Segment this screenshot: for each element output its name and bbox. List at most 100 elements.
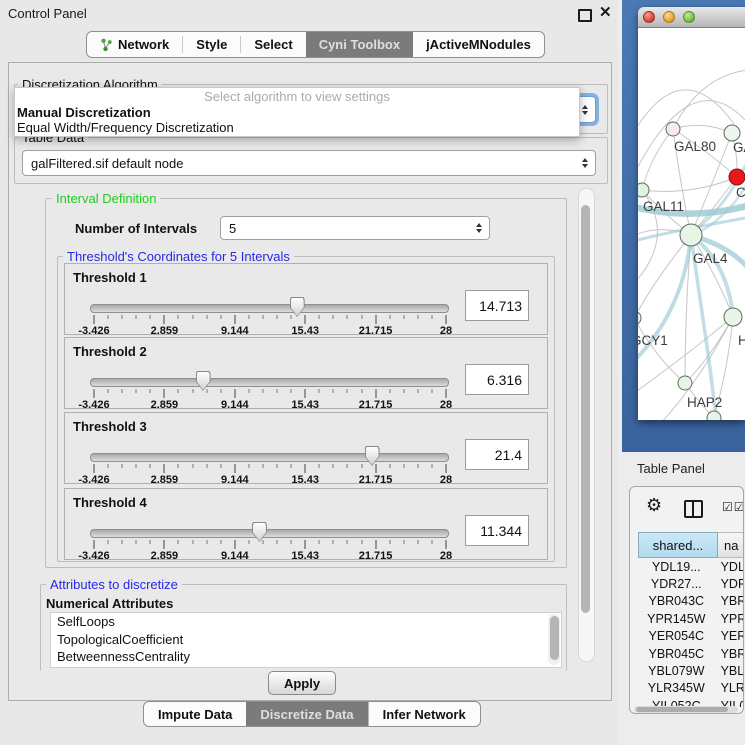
list-item[interactable]: BetweennessCentrality — [51, 648, 561, 666]
number-of-intervals-combobox[interactable]: 5 — [220, 216, 490, 240]
cell-name: YER0 — [715, 629, 744, 643]
slider-track[interactable] — [90, 453, 449, 462]
table-row[interactable]: YPR145WYPR1 — [638, 610, 744, 627]
threshold-value-field[interactable]: 14.713 — [465, 290, 529, 321]
slider-thumb[interactable] — [365, 446, 380, 466]
tab-jactivemnodules[interactable]: jActiveMNodules — [413, 32, 544, 57]
tab-discretize-data[interactable]: Discretize Data — [246, 702, 367, 726]
network-node-GA[interactable] — [724, 125, 740, 141]
threshold-2-panel: Threshold 2-3.4262.8599.14415.4321.71528… — [64, 337, 548, 409]
thresholds-group-title: Threshold's Coordinates for 5 Intervals — [63, 250, 294, 263]
network-window-titlebar[interactable] — [638, 7, 745, 28]
tab-cyni-toolbox[interactable]: Cyni Toolbox — [306, 32, 413, 57]
slider-tick-labels: -3.4262.8599.14415.4321.71528 — [94, 550, 446, 562]
network-node-GAL4[interactable] — [680, 224, 702, 246]
float-window-icon[interactable] — [578, 9, 592, 22]
network-node-label: GAL80 — [674, 139, 716, 154]
cell-shared-name: YLR345W — [638, 681, 715, 695]
network-node-label: HAP2 — [687, 395, 722, 410]
gear-icon[interactable]: ⚙ — [646, 495, 662, 516]
stepper-icon[interactable] — [577, 158, 593, 168]
slider-thumb[interactable] — [290, 297, 305, 317]
table-row[interactable]: YBR045CYBR0 — [638, 645, 744, 662]
table-panel: ⚙ ☑☑ shared... na YDL19...YDL1YDR27...YD… — [629, 486, 744, 714]
network-canvas[interactable]: GAL80GACGAL11GAL4GCY1HHAP2 — [638, 28, 745, 420]
table-horizontal-scrollbar[interactable] — [634, 706, 738, 713]
network-node-GCY1[interactable] — [638, 311, 641, 325]
tab-network[interactable]: Network — [87, 32, 182, 57]
column-header-name[interactable]: na — [718, 532, 744, 558]
cell-shared-name: YDL19... — [638, 560, 715, 574]
tab-infer-network-label: Infer Network — [383, 707, 466, 722]
cell-name: YBR0 — [715, 647, 744, 661]
algorithm-popup: Select algorithm to view settings Manual… — [14, 87, 580, 137]
columns-icon[interactable] — [684, 500, 703, 518]
threshold-label: Threshold 1 — [73, 270, 147, 285]
cell-name: YBR0 — [715, 594, 744, 608]
slider-ticks — [94, 540, 446, 549]
numerical-attributes-list[interactable]: SelfLoopsTopologicalCoefficientBetweenne… — [50, 612, 562, 668]
slider-tick-labels: -3.4262.8599.14415.4321.71528 — [94, 474, 446, 486]
numerical-attributes-label: Numerical Attributes — [46, 596, 173, 611]
algorithm-popup-hint: Select algorithm to view settings — [15, 89, 579, 104]
panel-scrollbar-thumb[interactable] — [581, 205, 590, 613]
algorithm-popup-item-equal-width[interactable]: Equal Width/Frequency Discretization — [17, 120, 234, 135]
slider-track[interactable] — [90, 378, 449, 387]
minimize-traffic-light-icon[interactable] — [663, 11, 675, 23]
checkbox-icons[interactable]: ☑☑ — [722, 500, 744, 514]
table-header: shared... na — [638, 532, 744, 558]
network-node-HAP2[interactable] — [678, 376, 692, 390]
threshold-value-field[interactable]: 6.316 — [465, 364, 529, 395]
screen: Control Panel ✕ Network Style Select Cyn… — [0, 0, 745, 745]
tab-style[interactable]: Style — [183, 32, 240, 57]
tab-impute-data[interactable]: Impute Data — [144, 702, 246, 726]
network-view-window: GAL80GACGAL11GAL4GCY1HHAP2 — [638, 7, 745, 420]
network-node-GAL80[interactable] — [666, 122, 680, 136]
column-header-shared[interactable]: shared... — [638, 532, 718, 558]
apply-button[interactable]: Apply — [268, 671, 336, 695]
network-node-label: GAL4 — [693, 251, 728, 266]
threshold-value-field[interactable]: 11.344 — [465, 515, 529, 546]
cell-name: YPR1 — [715, 612, 744, 626]
list-scrollbar[interactable] — [548, 614, 560, 665]
network-node-label: H — [738, 333, 745, 348]
network-node[interactable] — [707, 411, 721, 420]
tab-impute-data-label: Impute Data — [158, 707, 232, 722]
slider-thumb[interactable] — [252, 522, 267, 542]
close-traffic-light-icon[interactable] — [643, 11, 655, 23]
list-item[interactable]: SelfLoops — [51, 613, 561, 631]
slider-thumb[interactable] — [196, 371, 211, 391]
network-node-GAL11[interactable] — [638, 183, 649, 197]
panel-scrollbar[interactable] — [578, 188, 595, 662]
table-horizontal-scrollbar-thumb[interactable] — [636, 707, 728, 712]
slider-track[interactable] — [90, 529, 449, 538]
stepper-icon[interactable] — [471, 223, 487, 233]
tab-select[interactable]: Select — [241, 32, 305, 57]
table-row[interactable]: YBL079WYBL0 — [638, 662, 744, 679]
number-of-intervals-label: Number of Intervals — [75, 221, 197, 236]
network-node-H[interactable] — [724, 308, 742, 326]
network-node-label: GAL11 — [643, 199, 684, 214]
close-icon[interactable]: ✕ — [599, 3, 612, 21]
table-data-combobox[interactable]: galFiltered.sif default node — [22, 150, 596, 176]
list-item[interactable]: TopologicalCoefficient — [51, 631, 561, 649]
tab-infer-network[interactable]: Infer Network — [369, 702, 480, 726]
cell-name: YDR2 — [715, 577, 744, 591]
tab-style-label: Style — [196, 37, 227, 52]
table-row[interactable]: YDL19...YDL1 — [638, 558, 744, 575]
algorithm-popup-item-manual[interactable]: Manual Discretization — [17, 105, 151, 120]
slider-tick-labels: -3.4262.8599.14415.4321.71528 — [94, 399, 446, 411]
list-scrollbar-thumb[interactable] — [550, 616, 559, 660]
table-row[interactable]: YLR345WYLR3 — [638, 680, 744, 697]
threshold-value-field[interactable]: 21.4 — [465, 439, 529, 470]
slider-ticks — [94, 315, 446, 324]
slider-track[interactable] — [90, 304, 449, 313]
table-row[interactable]: YER054CYER0 — [638, 628, 744, 645]
slider-tick-labels: -3.4262.8599.14415.4321.71528 — [94, 325, 446, 337]
zoom-traffic-light-icon[interactable] — [683, 11, 695, 23]
table-row[interactable]: YBR043CYBR0 — [638, 593, 744, 610]
control-panel-title: Control Panel — [8, 6, 87, 21]
network-node-C[interactable] — [729, 169, 745, 185]
cell-shared-name: YBR043C — [638, 594, 715, 608]
table-row[interactable]: YDR27...YDR2 — [638, 575, 744, 592]
